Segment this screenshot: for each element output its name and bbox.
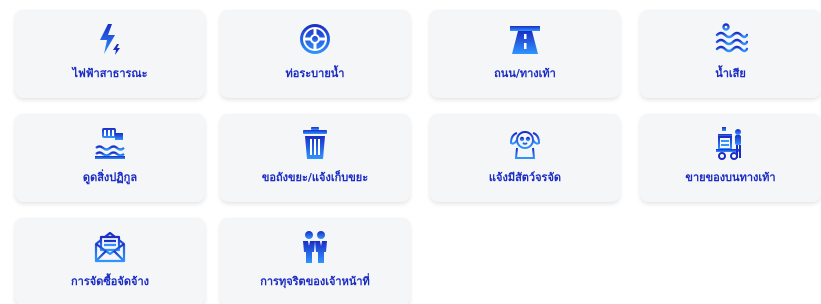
tile-sewage-pumping[interactable]: ดูดสิ่งปฏิกูล (15, 114, 205, 202)
mail-envelope-icon (93, 230, 127, 264)
tile-label: ท่อระบายน้ำ (285, 67, 345, 80)
officials-people-icon (298, 230, 332, 264)
street-vendor-cart-icon (714, 126, 748, 160)
road-icon (508, 22, 542, 56)
tile-road-sidewalk[interactable]: ถนน/ทางเท้า (430, 10, 620, 98)
drain-cover-icon (298, 22, 332, 56)
tile-public-electricity[interactable]: ไฟฟ้าสาธารณะ (15, 10, 205, 98)
tile-procurement[interactable]: การจัดซื้อจัดจ้าง (15, 218, 205, 304)
tile-drain-pipe[interactable]: ท่อระบายน้ำ (220, 10, 410, 98)
tile-label: แจ้งมีสัตว์จรจัด (488, 171, 562, 184)
tile-wastewater[interactable]: น้ำเสีย (640, 10, 821, 98)
tile-label: ถนน/ทางเท้า (494, 67, 556, 80)
tile-stray-animals[interactable]: แจ้งมีสัตว์จรจัด (430, 114, 620, 202)
lightning-bolt-icon (93, 22, 127, 56)
tile-official-corruption[interactable]: การทุจริตของเจ้าหน้าที่ (220, 218, 410, 304)
tile-sidewalk-vendors[interactable]: ขายของบนทางเท้า (640, 114, 821, 202)
tile-trash-collection[interactable]: ขอถังขยะ/แจ้งเก็บขยะ (220, 114, 410, 202)
tile-label: การทุจริตของเจ้าหน้าที่ (260, 275, 370, 288)
tile-label: ขายของบนทางเท้า (685, 171, 776, 184)
sewage-pipe-icon (93, 126, 127, 160)
trash-bin-icon (298, 126, 332, 160)
tile-label: ดูดสิ่งปฏิกูล (82, 171, 138, 184)
stray-dog-icon (508, 126, 542, 160)
tile-label: การจัดซื้อจัดจ้าง (71, 275, 149, 288)
service-category-grid: ไฟฟ้าสาธารณะ ท่อระบายน้ำ ถนน/ทางเท้า น้ำ… (0, 0, 821, 304)
tile-label: ไฟฟ้าสาธารณะ (72, 67, 148, 80)
tile-label: ขอถังขยะ/แจ้งเก็บขยะ (261, 171, 369, 184)
wastewater-waves-icon (714, 22, 748, 56)
tile-label: น้ำเสีย (715, 67, 746, 80)
